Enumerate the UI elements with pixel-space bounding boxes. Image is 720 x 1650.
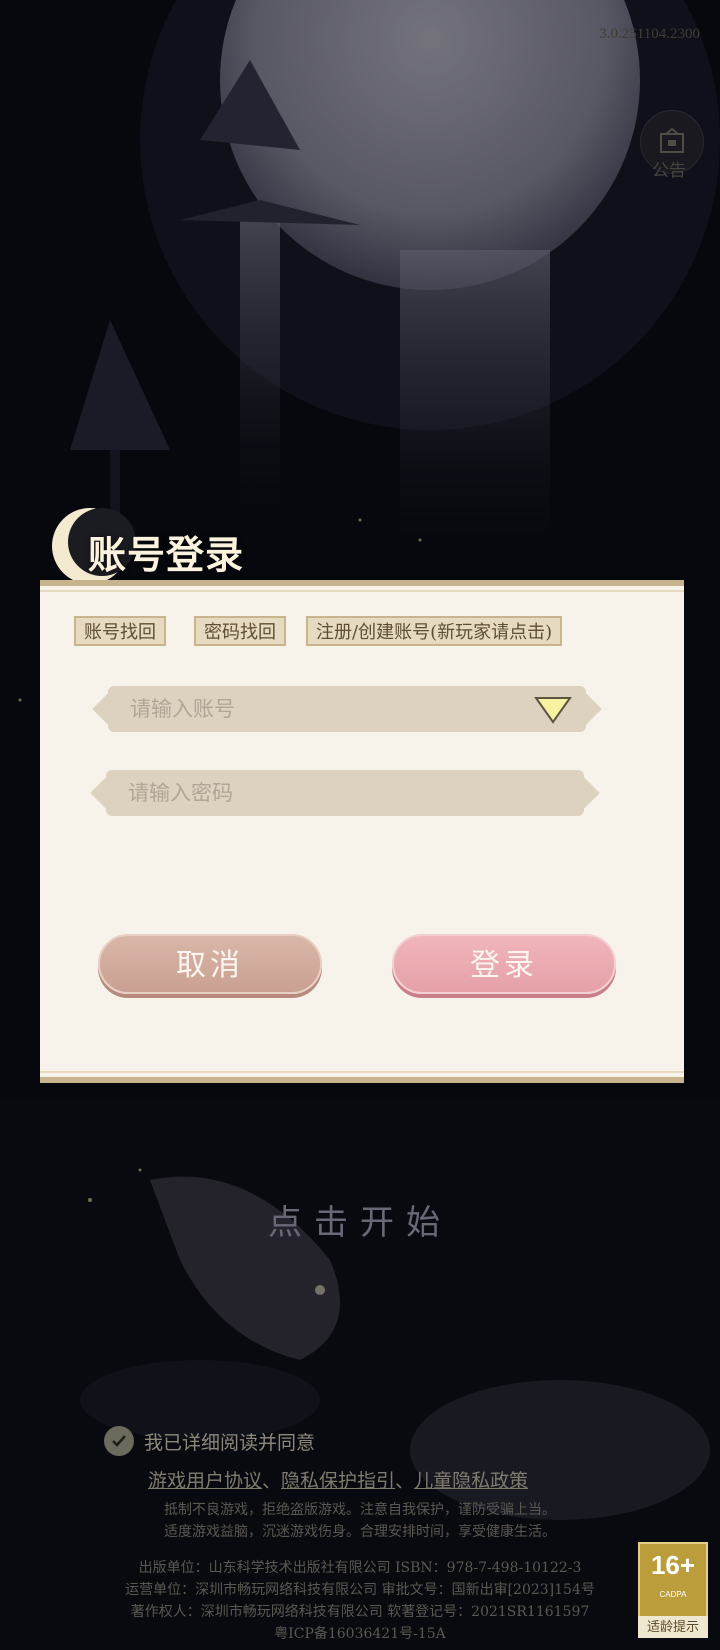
account-recovery-button[interactable]: 账号找回 [74,616,166,646]
panel-top-line [40,590,684,592]
agreement-row[interactable]: 我已详细阅读并同意 [104,1426,315,1456]
age-rating-tip: 适龄提示 [638,1616,708,1638]
dialog-title: 账号登录 [88,532,245,577]
password-input-placeholder: 请输入密码 [128,781,233,805]
age-rating-org: CADPA [659,1590,687,1599]
operator-info: 运营单位：深圳市畅玩网络科技有限公司 审批文号：国新出审[2023]154号 [125,1582,595,1598]
user-agreement-link[interactable]: 游戏用户协议 [148,1470,262,1492]
password-recovery-button[interactable]: 密码找回 [194,616,286,646]
age-rating-badge[interactable]: 16+ CADPA 适龄提示 [638,1542,708,1638]
tap-to-start-text[interactable]: 点击开始 [0,1195,720,1244]
age-rating-number: 16+ [650,1550,696,1580]
link-separator: 、 [262,1470,282,1492]
privacy-guide-link[interactable]: 隐私保护指引 [281,1470,395,1492]
child-privacy-link[interactable]: 儿童隐私政策 [414,1470,528,1492]
login-button[interactable]: 登录 [392,934,616,994]
agreement-text: 我已详细阅读并同意 [144,1431,316,1454]
health-notice-line-2: 适度游戏益脑，沉迷游戏伤身。合理安排时间，享受健康生活。 [164,1524,556,1540]
icp-info: 粤ICP备16036421号-15A [274,1626,446,1642]
password-input[interactable]: 请输入密码 [106,770,584,816]
publisher-info: 出版单位：山东科学技术出版社有限公司 ISBN：978-7-498-10122-… [138,1560,582,1576]
panel-bottom-line [40,1071,684,1073]
account-input[interactable]: 请输入账号 [108,686,586,732]
agreement-links: 游戏用户协议、隐私保护指引、儿童隐私政策 [148,1466,528,1493]
link-separator: 、 [395,1470,415,1492]
login-panel: 账号找回 密码找回 注册/创建账号(新玩家请点击) 请输入账号 请输入密码 取消… [40,580,684,1083]
account-dropdown-icon[interactable] [534,694,572,726]
cancel-button[interactable]: 取消 [98,934,322,994]
dialog-title-area: 账号登录 [46,502,306,592]
account-input-placeholder: 请输入账号 [130,697,235,721]
copyright-info: 著作权人：深圳市畅玩网络科技有限公司 软著登记号：2021SR1161597 [130,1604,590,1620]
register-button[interactable]: 注册/创建账号(新玩家请点击) [306,616,563,646]
checkmark-icon [112,1435,126,1447]
agreement-checkbox[interactable] [104,1426,134,1456]
health-notice-line-1: 抵制不良游戏，拒绝盗版游戏。注意自我保护，谨防受骗上当。 [164,1502,556,1518]
